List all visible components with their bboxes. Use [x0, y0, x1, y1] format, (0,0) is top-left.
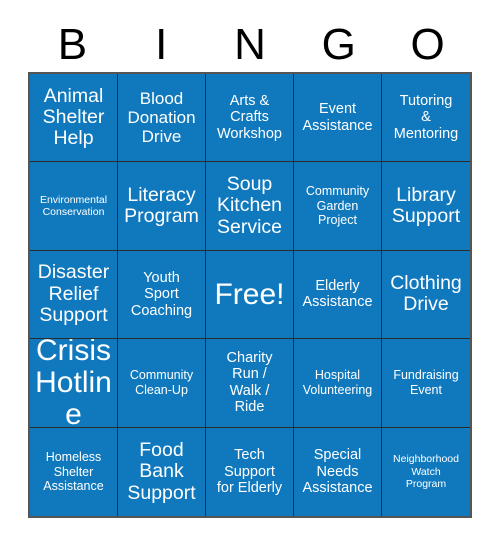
bingo-cell[interactable]: Tutoring & Mentoring: [382, 74, 470, 163]
bingo-cell[interactable]: Elderly Assistance: [294, 250, 382, 340]
bingo-card: B I N G O Animal Shelter Help Blood Donation …: [0, 0, 500, 544]
bingo-cell[interactable]: Charity Run / Walk / Ride: [206, 339, 294, 428]
bingo-cell-label: Soup Kitchen Service: [216, 172, 283, 238]
bingo-cell[interactable]: Environmental Conservation: [30, 162, 118, 251]
bingo-cell-label: Neighborhood Watch Program: [393, 453, 459, 490]
bingo-cell-label: Homeless Shelter Assistance: [43, 450, 104, 494]
bingo-cell-label: Free!: [214, 277, 285, 311]
bingo-cell-label: Arts & Crafts Workshop: [216, 92, 282, 142]
bingo-cell-label: Disaster Relief Support: [37, 261, 110, 327]
bingo-cell[interactable]: Disaster Relief Support: [30, 250, 118, 340]
bingo-cell-label: Community Clean-Up: [129, 368, 194, 397]
bingo-cell-label: Blood Donation Drive: [127, 89, 196, 147]
bingo-cell[interactable]: Community Garden Project: [294, 162, 382, 251]
bingo-header-letter-b: B: [57, 20, 88, 69]
bingo-cell[interactable]: Clothing Drive: [382, 250, 470, 340]
bingo-cell[interactable]: Community Clean-Up: [118, 339, 206, 428]
bingo-cell[interactable]: Food Bank Support: [118, 427, 206, 516]
bingo-cell[interactable]: Fundraising Event: [382, 339, 470, 428]
bingo-header-letter-i: I: [155, 20, 168, 69]
bingo-cell-label: Library Support: [391, 183, 461, 228]
bingo-cell[interactable]: Blood Donation Drive: [118, 74, 206, 163]
bingo-cell-label: Literacy Program: [124, 183, 199, 228]
bingo-header-letter-o: O: [410, 20, 445, 69]
bingo-cell-label: Clothing Drive: [390, 272, 462, 316]
bingo-cell[interactable]: Literacy Program: [118, 162, 206, 251]
bingo-cell[interactable]: Youth Sport Coaching: [118, 250, 206, 340]
bingo-cell-label: Community Garden Project: [305, 184, 370, 228]
bingo-cell[interactable]: Homeless Shelter Assistance: [30, 427, 118, 516]
bingo-cell-free[interactable]: Free!: [206, 250, 294, 340]
bingo-cell-label: Tech Support for Elderly: [216, 447, 283, 497]
bingo-grid: Animal Shelter Help Blood Donation Drive A…: [28, 72, 472, 518]
bingo-cell[interactable]: Tech Support for Elderly: [206, 427, 294, 516]
bingo-header-letter-g: G: [321, 20, 356, 69]
bingo-header-row: BINGO: [28, 18, 472, 72]
bingo-cell[interactable]: Animal Shelter Help: [30, 74, 118, 163]
bingo-cell[interactable]: Special Needs Assistance: [294, 427, 382, 516]
bingo-cell-label: Animal Shelter Help: [42, 84, 105, 150]
bingo-cell-label: Hospital Volunteering: [302, 368, 373, 397]
bingo-cell[interactable]: Crisis Hotline: [30, 339, 118, 428]
bingo-cell[interactable]: Arts & Crafts Workshop: [206, 74, 294, 163]
bingo-cell-label: Event Assistance: [302, 101, 373, 134]
bingo-header-letter-n: N: [234, 20, 266, 69]
bingo-cell[interactable]: Soup Kitchen Service: [206, 162, 294, 251]
bingo-cell-label: Elderly Assistance: [302, 277, 373, 311]
bingo-cell-label: Special Needs Assistance: [302, 447, 373, 497]
bingo-cell-label: Youth Sport Coaching: [130, 269, 193, 319]
bingo-cell-label: Tutoring & Mentoring: [393, 92, 459, 142]
bingo-cell[interactable]: Neighborhood Watch Program: [382, 427, 470, 516]
bingo-cell-label: Crisis Hotline: [35, 339, 112, 428]
bingo-cell[interactable]: Library Support: [382, 162, 470, 251]
bingo-cell[interactable]: Hospital Volunteering: [294, 339, 382, 428]
bingo-cell-label: Fundraising Event: [393, 368, 459, 397]
bingo-cell[interactable]: Event Assistance: [294, 74, 382, 163]
bingo-cell-label: Food Bank Support: [127, 438, 196, 504]
bingo-cell-label: Charity Run / Walk / Ride: [226, 349, 273, 416]
bingo-cell-label: Environmental Conservation: [39, 193, 108, 219]
